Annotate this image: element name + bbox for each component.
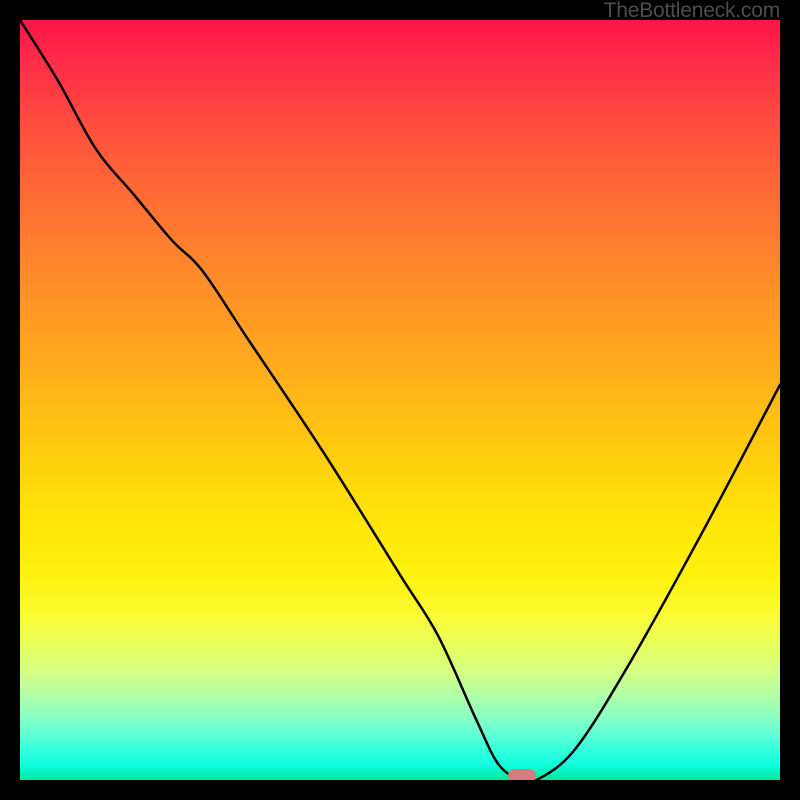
optimal-marker <box>508 769 536 782</box>
watermark-text: TheBottleneck.com <box>604 0 780 23</box>
chart-container <box>17 17 783 783</box>
bottleneck-curve <box>20 20 780 780</box>
